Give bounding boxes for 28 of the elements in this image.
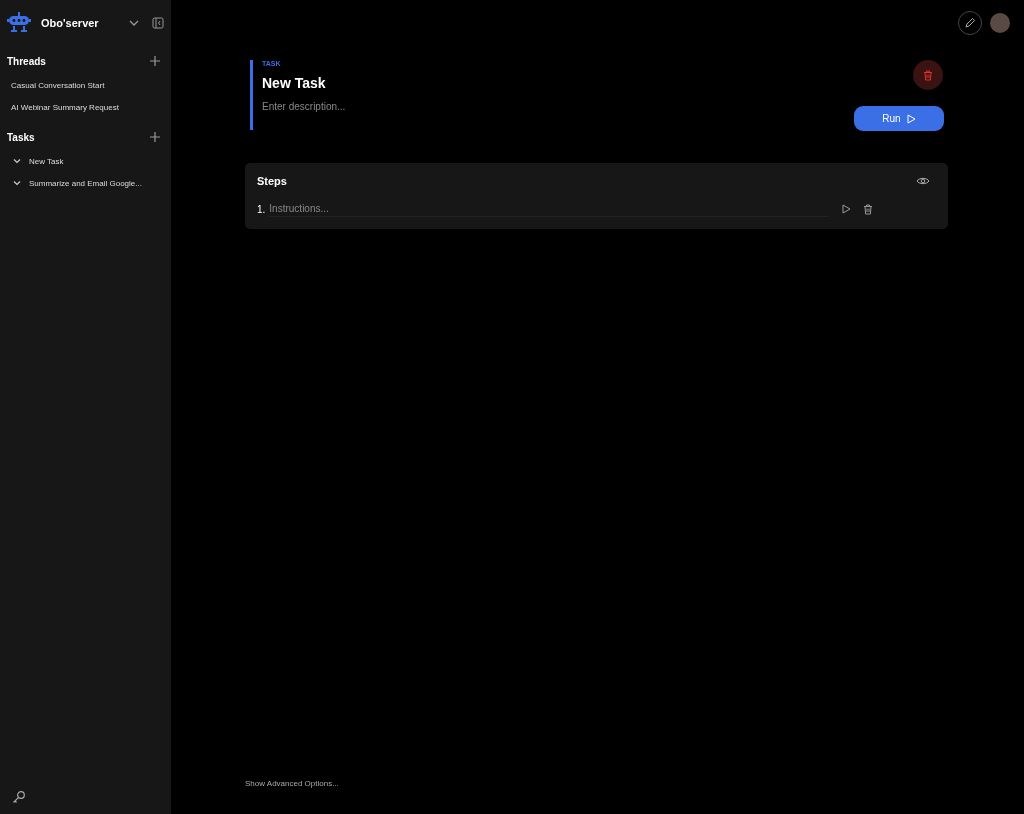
pencil-icon [964, 17, 976, 29]
plus-icon[interactable] [150, 56, 160, 66]
step-number: 1. [257, 203, 266, 215]
sidebar-item[interactable]: New Task [29, 156, 64, 166]
app-name: Obo'server [41, 17, 100, 29]
chevron-down-icon[interactable] [13, 157, 21, 165]
robot-logo-icon [7, 12, 31, 34]
run-button[interactable]: Run [854, 106, 944, 131]
sidebar-toggle-icon[interactable] [152, 17, 164, 29]
task-title: New Task [262, 75, 327, 91]
key-icon[interactable] [12, 790, 26, 804]
advanced-options-link[interactable]: Show Advanced Options... [245, 779, 339, 788]
sidebar-item[interactable]: AI Webinar Summary Request [11, 102, 119, 112]
play-icon[interactable] [841, 204, 852, 214]
description-field[interactable]: Enter description... [262, 101, 562, 112]
section-title: Tasks [7, 131, 35, 143]
trash-icon[interactable] [863, 203, 874, 215]
instructions-field[interactable]: Instructions... [269, 201, 830, 217]
section-title: Threads [7, 55, 46, 67]
plus-icon[interactable] [150, 132, 160, 142]
chevron-down-icon[interactable] [13, 179, 21, 187]
play-icon [905, 113, 916, 124]
card-title: Steps [257, 175, 287, 187]
eye-icon[interactable] [916, 176, 930, 186]
trash-icon [923, 69, 933, 81]
sidebar-item[interactable]: Summarize and Email Google... [29, 178, 142, 188]
sidebar-item[interactable]: Casual Conversation Start [11, 80, 105, 90]
delete-button[interactable] [913, 60, 943, 90]
